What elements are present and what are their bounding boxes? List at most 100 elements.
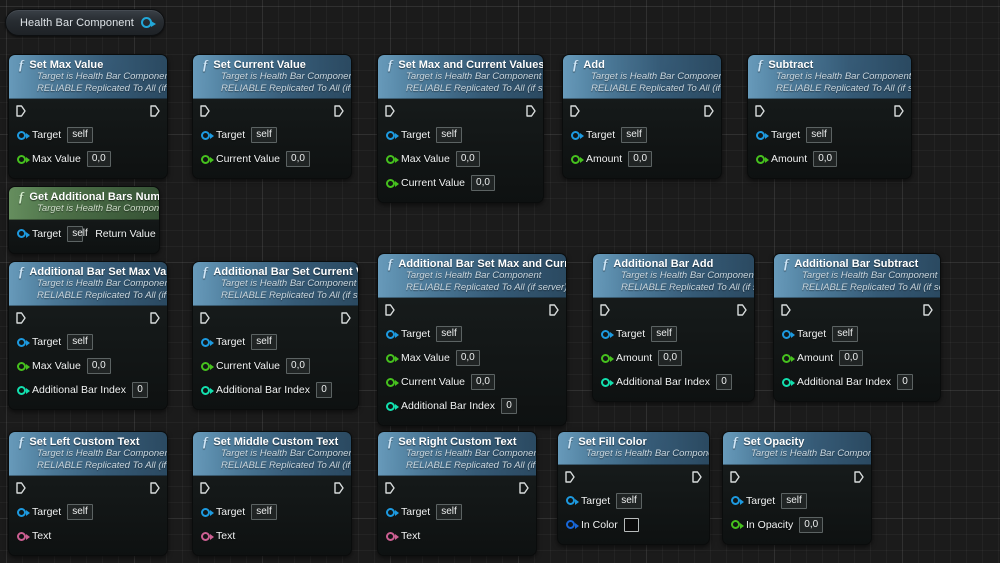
pin-connector-icon[interactable]: [17, 337, 30, 347]
pin-connector-icon[interactable]: [386, 130, 399, 140]
pin-connector-icon[interactable]: [756, 154, 769, 164]
pin-value-input[interactable]: self: [67, 504, 93, 520]
pin-value-input[interactable]: 0: [131, 382, 148, 398]
exec-out-pin-icon[interactable]: [150, 482, 160, 494]
pin-connector-icon[interactable]: [731, 520, 744, 529]
node-set-right-custom-text[interactable]: f Set Right Custom Text Target is Health B…: [377, 431, 537, 556]
pin-connector-icon[interactable]: [566, 520, 579, 529]
node-additional-bar-set-max-value[interactable]: f Additional Bar Set Max Value Target is H…: [8, 261, 168, 410]
exec-out-pin-icon[interactable]: [549, 304, 559, 316]
pin-connector-icon[interactable]: [601, 329, 614, 339]
pin-connector-icon[interactable]: [782, 329, 795, 339]
pin-value-input[interactable]: 0,0: [799, 516, 824, 533]
exec-in-pin-icon[interactable]: [385, 482, 395, 494]
pin-connector-icon[interactable]: [782, 377, 795, 387]
pin-value-input[interactable]: 0: [896, 374, 913, 390]
pin-connector-icon[interactable]: [17, 507, 30, 517]
pin-value-input[interactable]: 0,0: [839, 350, 864, 366]
exec-in-pin-icon[interactable]: [16, 105, 26, 117]
exec-in-pin-icon[interactable]: [200, 312, 210, 324]
pin-connector-icon[interactable]: [756, 130, 769, 140]
pin-connector-icon[interactable]: [17, 154, 30, 164]
pin-connector-icon[interactable]: [201, 385, 214, 395]
pin-value-input[interactable]: 0: [715, 374, 732, 390]
pin-connector-icon[interactable]: [386, 329, 399, 339]
pin-connector-icon[interactable]: [17, 229, 30, 238]
node-get-additional-bars-number[interactable]: f Get Additional Bars NumberTarget is Hea…: [8, 186, 160, 254]
exec-out-pin-icon[interactable]: [334, 482, 344, 494]
exec-out-pin-icon[interactable]: [150, 105, 160, 117]
pin-connector-icon[interactable]: [566, 496, 579, 505]
blueprint-graph-canvas[interactable]: Health Bar Component f Set Max Value Targe…: [0, 0, 1000, 563]
node-set-fill-color[interactable]: f Set Fill Color Target is Health Bar Comp…: [557, 431, 710, 545]
pin-value-input[interactable]: 0: [500, 398, 517, 414]
node-additional-bar-subtract[interactable]: f Additional Bar Subtract Target is Health…: [773, 253, 941, 402]
exec-in-pin-icon[interactable]: [781, 304, 791, 316]
exec-out-pin-icon[interactable]: [854, 470, 864, 483]
pin-value-input[interactable]: 0,0: [471, 175, 495, 191]
pin-value-input[interactable]: self: [832, 326, 858, 342]
exec-out-pin-icon[interactable]: [923, 304, 933, 316]
pin-value-input[interactable]: 0,0: [286, 151, 310, 167]
color-swatch[interactable]: [623, 517, 639, 532]
node-additional-bar-set-current-value[interactable]: f Additional Bar Set Current ValueTarget …: [192, 261, 359, 410]
pin-connector-icon[interactable]: [17, 385, 30, 395]
exec-in-pin-icon[interactable]: [570, 105, 580, 117]
pin-value-input[interactable]: 0,0: [455, 151, 480, 167]
pin-value-input[interactable]: 0,0: [455, 350, 480, 366]
pin-connector-icon[interactable]: [201, 531, 214, 541]
node-set-max-value[interactable]: f Set Max Value Target is Health Bar Compo…: [8, 54, 168, 179]
exec-in-pin-icon[interactable]: [16, 482, 26, 494]
pin-value-input[interactable]: self: [436, 326, 462, 342]
exec-out-pin-icon[interactable]: [704, 105, 714, 117]
pin-value-input[interactable]: 0,0: [471, 374, 495, 390]
exec-out-pin-icon[interactable]: [737, 304, 747, 316]
pin-connector-icon[interactable]: [386, 531, 399, 541]
exec-in-pin-icon[interactable]: [200, 482, 210, 494]
exec-in-pin-icon[interactable]: [730, 470, 740, 483]
pin-value-input[interactable]: self: [806, 127, 832, 143]
pin-value-input[interactable]: self: [251, 504, 277, 520]
exec-out-pin-icon[interactable]: [526, 105, 536, 117]
node-add[interactable]: f Add Target is Health Bar Component RELIAB…: [562, 54, 722, 179]
pin-value-input[interactable]: 0,0: [658, 350, 683, 366]
node-subtract[interactable]: f Subtract Target is Health Bar Component R…: [747, 54, 912, 179]
pin-value-input[interactable]: self: [651, 326, 677, 342]
pin-value-input[interactable]: self: [436, 504, 462, 520]
pin-connector-icon[interactable]: [201, 130, 214, 140]
node-set-max-and-current-values[interactable]: f Set Max and Current Values Target is Hea…: [377, 54, 544, 203]
pin-connector-icon[interactable]: [386, 507, 399, 517]
pin-connector-icon[interactable]: [571, 130, 584, 140]
pin-connector-icon[interactable]: [201, 154, 214, 164]
pin-connector-icon[interactable]: [201, 507, 214, 517]
pin-connector-icon[interactable]: [571, 154, 584, 164]
pin-value-input[interactable]: 0: [315, 382, 332, 398]
pin-connector-icon[interactable]: [386, 178, 399, 188]
pin-value-input[interactable]: self: [67, 127, 93, 143]
pin-value-input[interactable]: self: [67, 334, 93, 350]
exec-in-pin-icon[interactable]: [385, 105, 395, 117]
pin-connector-icon[interactable]: [201, 337, 214, 347]
pin-value-input[interactable]: 0,0: [86, 358, 111, 374]
pin-connector-icon[interactable]: [201, 361, 214, 371]
pin-value-input[interactable]: self: [436, 127, 462, 143]
pin-connector-icon[interactable]: [731, 496, 744, 505]
pin-connector-icon[interactable]: [386, 353, 399, 363]
pin-value-input[interactable]: 0,0: [813, 151, 838, 167]
pin-connector-icon[interactable]: [386, 377, 399, 387]
tab-health-bar-component[interactable]: Health Bar Component: [5, 9, 165, 36]
exec-in-pin-icon[interactable]: [200, 105, 210, 117]
exec-out-pin-icon[interactable]: [341, 312, 351, 324]
node-additional-bar-add[interactable]: f Additional Bar Add Target is Health Bar …: [592, 253, 755, 402]
exec-in-pin-icon[interactable]: [600, 304, 610, 316]
pin-connector-icon[interactable]: [386, 154, 399, 164]
pin-value-input[interactable]: self: [67, 225, 88, 242]
node-set-middle-custom-text[interactable]: f Set Middle Custom Text Target is Health …: [192, 431, 352, 556]
node-set-opacity[interactable]: f Set OpacityTarget is Health Bar Compone…: [722, 431, 872, 545]
exec-in-pin-icon[interactable]: [565, 470, 575, 483]
pin-value-input[interactable]: 0,0: [286, 358, 310, 374]
pin-value-input[interactable]: 0,0: [628, 151, 653, 167]
pin-connector-icon[interactable]: [17, 361, 30, 371]
pin-value-input[interactable]: self: [616, 492, 642, 509]
node-set-left-custom-text[interactable]: f Set Left Custom Text Target is Health Ba…: [8, 431, 168, 556]
